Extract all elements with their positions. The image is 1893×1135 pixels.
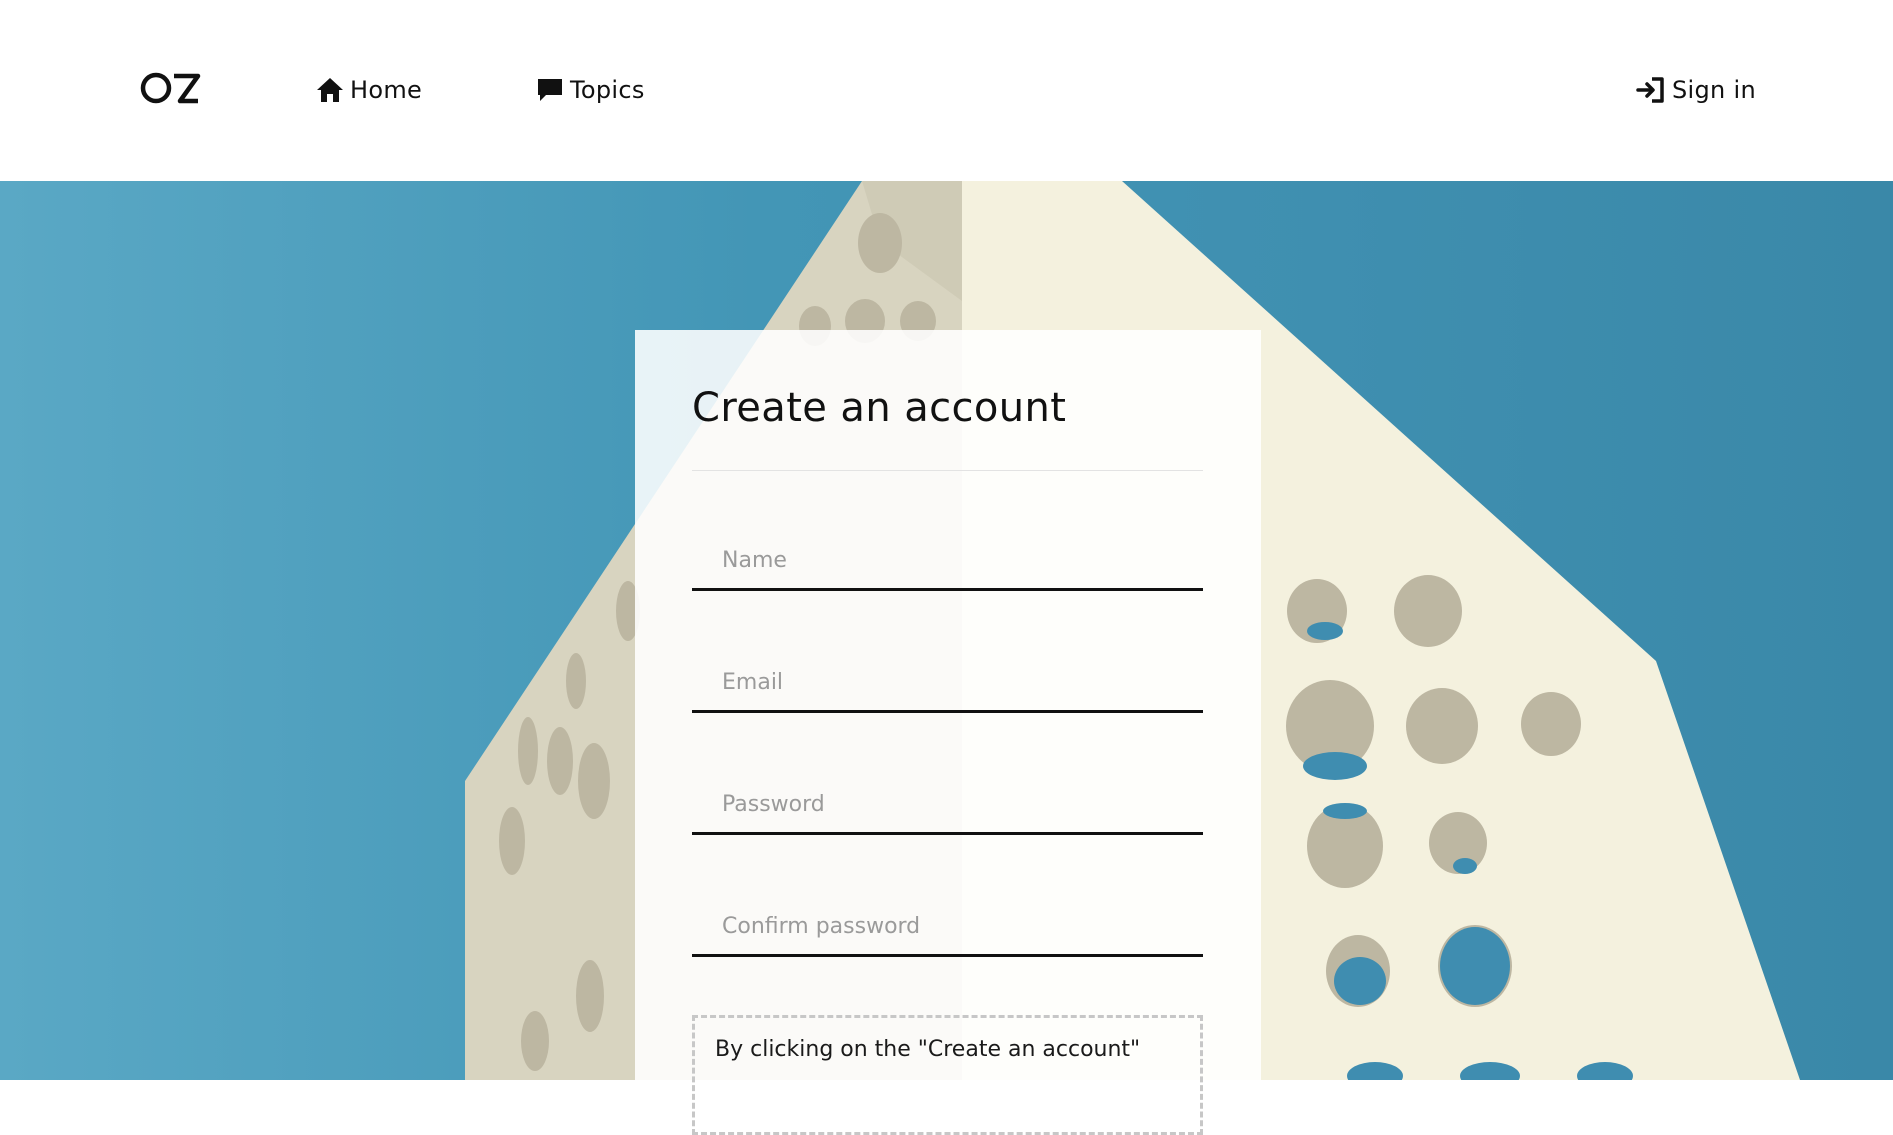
nav-topics-label: Topics bbox=[570, 76, 645, 104]
top-navigation-bar: Home Topics Sign in bbox=[0, 0, 1893, 181]
name-input[interactable] bbox=[692, 533, 1203, 588]
site-logo[interactable] bbox=[140, 68, 202, 108]
email-input[interactable] bbox=[692, 655, 1203, 710]
nav-home-label: Home bbox=[350, 76, 423, 104]
nav-topics-link[interactable]: Topics bbox=[536, 70, 645, 110]
confirm-password-field-wrapper bbox=[692, 899, 1203, 957]
name-field-wrapper bbox=[692, 533, 1203, 591]
title-divider bbox=[692, 470, 1203, 471]
nav-home-link[interactable]: Home bbox=[316, 70, 422, 110]
signup-title: Create an account bbox=[692, 385, 1067, 431]
sign-in-icon bbox=[1636, 77, 1664, 103]
nav-signin-label: Sign in bbox=[1672, 76, 1756, 104]
email-field-wrapper bbox=[692, 655, 1203, 713]
signup-card: Create an account By clicking on the "Cr… bbox=[635, 330, 1261, 1135]
terms-text: By clicking on the "Create an account" bbox=[715, 1037, 1141, 1062]
home-icon bbox=[317, 78, 343, 102]
terms-notice: By clicking on the "Create an account" bbox=[692, 1015, 1203, 1135]
logo-mark-icon bbox=[140, 72, 201, 104]
chat-bubble-icon bbox=[538, 79, 562, 101]
nav-signin-link[interactable]: Sign in bbox=[1636, 70, 1756, 110]
password-field-wrapper bbox=[692, 777, 1203, 835]
confirm-password-input[interactable] bbox=[692, 899, 1203, 954]
password-input[interactable] bbox=[692, 777, 1203, 832]
